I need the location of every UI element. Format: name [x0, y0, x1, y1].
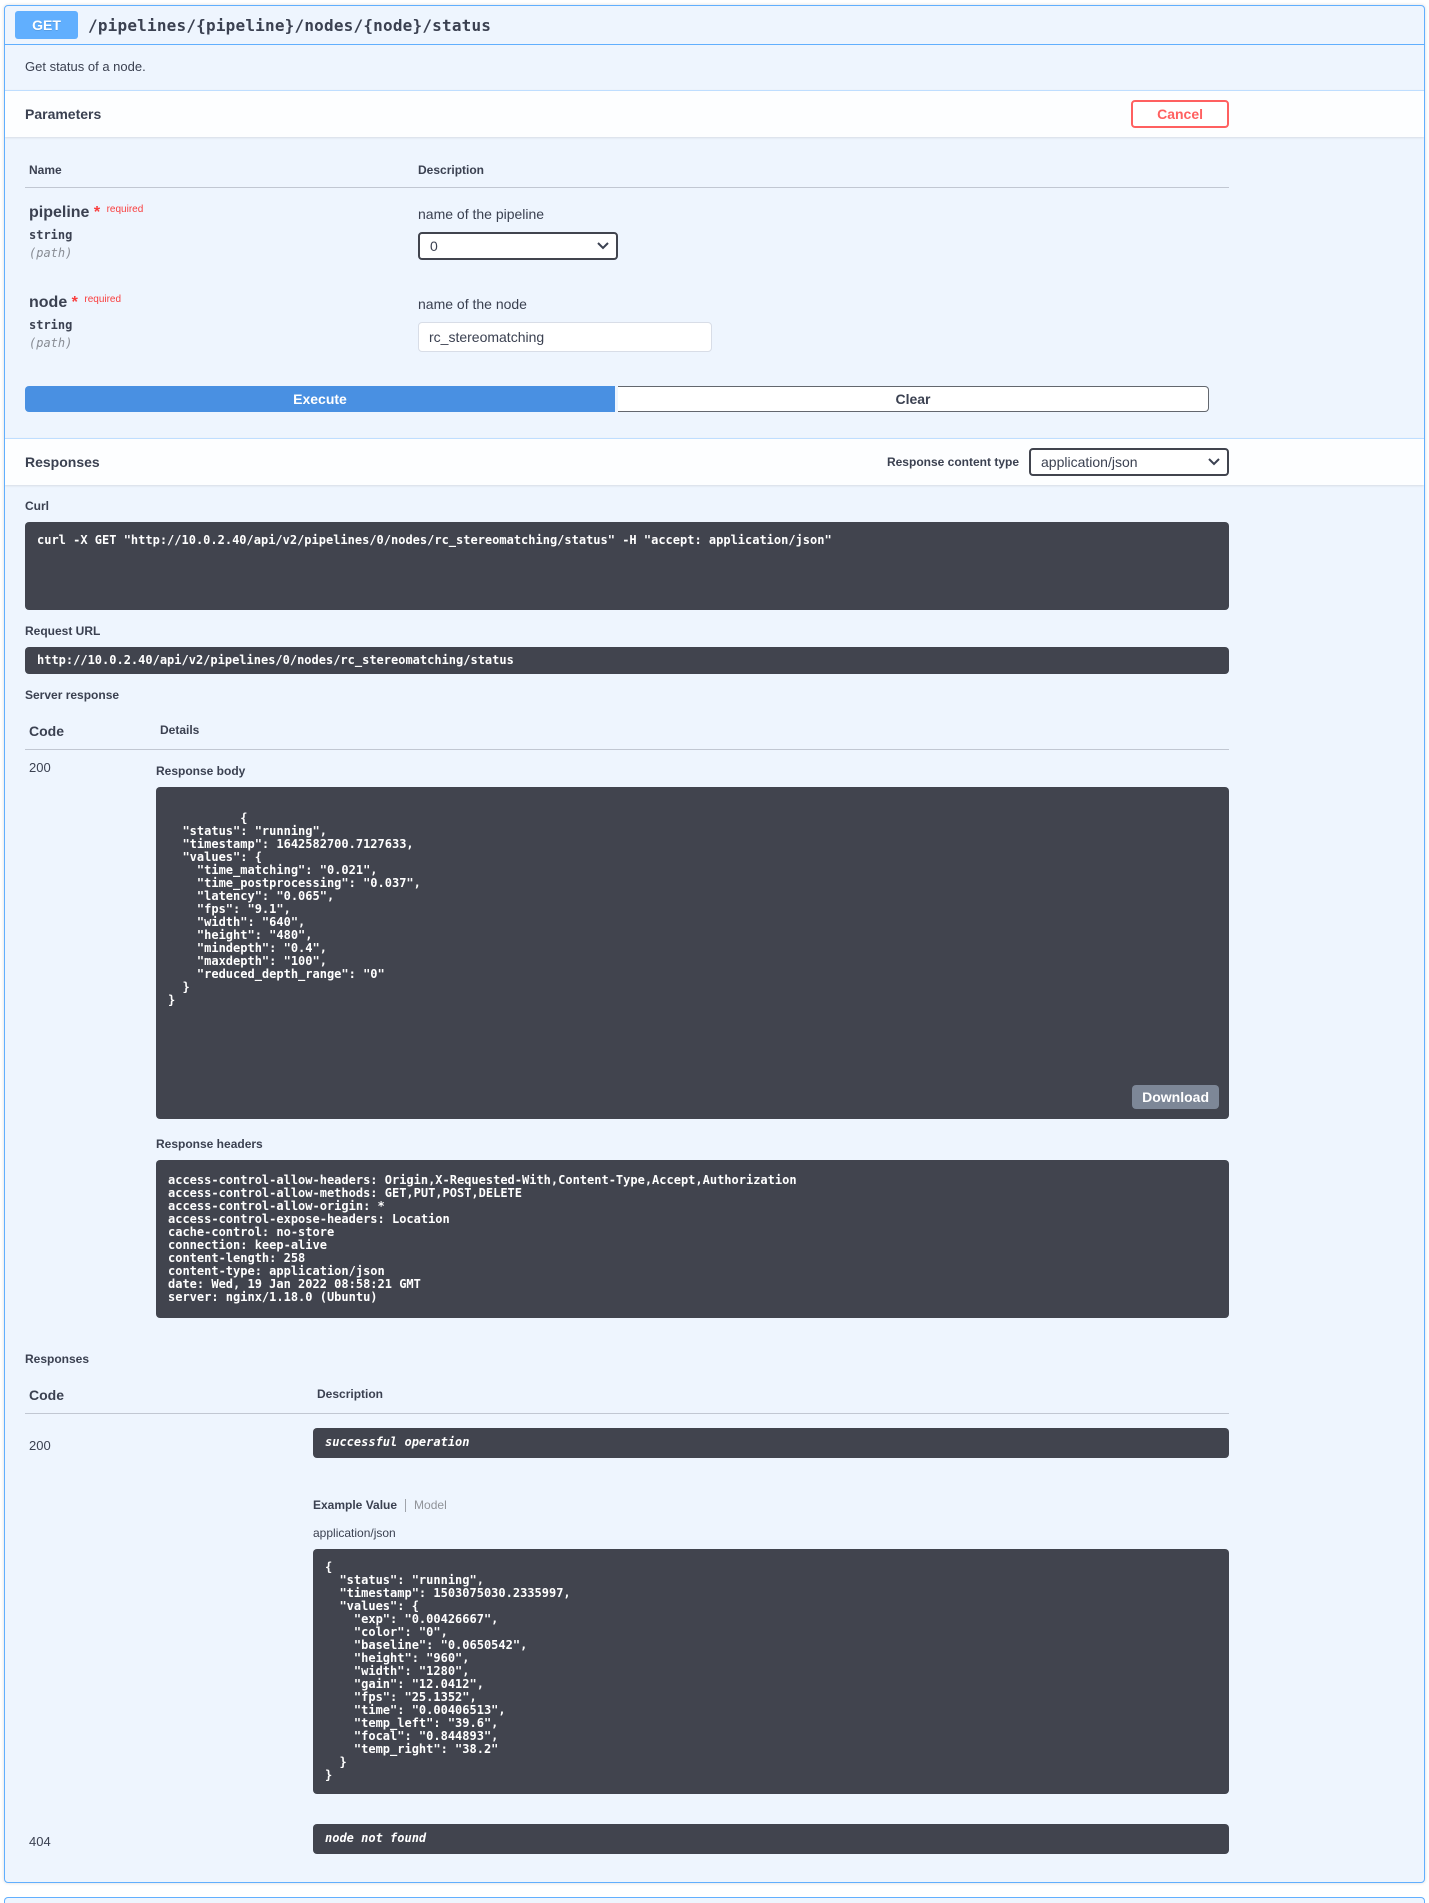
server-response-label: Server response [25, 688, 1229, 702]
response-body-code: { "status": "running", "timestamp": 1642… [156, 787, 1229, 1119]
curl-label: Curl [25, 499, 1229, 513]
param-type: string [29, 228, 414, 242]
response-row-404: 404 node not found [25, 1824, 1229, 1882]
example-json-code: { "status": "running", "timestamp": 1503… [313, 1549, 1229, 1794]
get-method-badge: GET [15, 11, 78, 39]
tab-example-value[interactable]: Example Value [313, 1498, 397, 1512]
required-label: required [84, 294, 121, 305]
description-column-header: Description [313, 1375, 1229, 1414]
status-code: 200 [25, 1428, 313, 1794]
param-location: (path) [29, 246, 414, 260]
parameters-header: Parameters Cancel [5, 90, 1424, 137]
request-url-label: Request URL [25, 624, 1229, 638]
server-response-row: 200 Response body { "status": "running",… [25, 750, 1229, 1332]
endpoint-description: Get status of a node. [5, 45, 1424, 90]
parameters-title: Parameters [25, 106, 101, 122]
opblock-get: GET /pipelines/{pipeline}/nodes/{node}/s… [4, 5, 1425, 1883]
responses-live-area: Curl curl -X GET "http://10.0.2.40/api/v… [25, 499, 1229, 1882]
tab-model[interactable]: Model [414, 1498, 447, 1512]
tab-separator [405, 1499, 406, 1512]
param-name: pipeline [29, 204, 89, 221]
param-type: string [29, 318, 414, 332]
status-code: 200 [25, 750, 156, 1332]
responses-header: Responses Response content type applicat… [5, 438, 1424, 485]
endpoint-path: /pipelines/{pipeline}/nodes/{node}/statu… [88, 16, 491, 35]
next-opblock-edge [4, 1897, 1425, 1903]
response-row-200: 200 successful operation Example Value M… [25, 1428, 1229, 1794]
example-model-tabs: Example Value Model [313, 1498, 1229, 1512]
pipeline-select[interactable]: 0 [418, 232, 618, 260]
cancel-button[interactable]: Cancel [1131, 100, 1229, 128]
node-input[interactable] [418, 322, 712, 352]
code-column-header: Code [25, 1375, 313, 1414]
response-content-type-select[interactable]: application/json [1029, 448, 1229, 476]
media-type-label: application/json [313, 1526, 1229, 1540]
param-description: name of the node [418, 296, 1229, 312]
details-column-header: Details [156, 711, 1229, 750]
execute-button[interactable]: Execute [25, 386, 615, 412]
param-row-pipeline: pipeline * required string (path) name o… [25, 188, 1229, 278]
response-headers-label: Response headers [156, 1137, 1229, 1151]
param-name: node [29, 294, 67, 311]
curl-command: curl -X GET "http://10.0.2.40/api/v2/pip… [25, 522, 1229, 610]
param-row-node: node * required string (path) name of th… [25, 278, 1229, 370]
response-description: node not found [313, 1824, 1229, 1854]
clear-button[interactable]: Clear [618, 386, 1209, 412]
request-url-value: http://10.0.2.40/api/v2/pipelines/0/node… [25, 647, 1229, 674]
code-column-header: Code [25, 711, 156, 750]
endpoint-summary[interactable]: GET /pipelines/{pipeline}/nodes/{node}/s… [5, 6, 1424, 45]
response-description: successful operation [313, 1428, 1229, 1458]
execute-row: Execute Clear [25, 386, 1209, 412]
required-star: * [94, 204, 100, 221]
param-location: (path) [29, 336, 414, 350]
col-name-header: Name [25, 151, 414, 188]
param-description: name of the pipeline [418, 206, 1229, 222]
response-content-type-label: Response content type [887, 455, 1019, 469]
required-label: required [107, 204, 144, 215]
status-code: 404 [25, 1824, 313, 1854]
col-description-header: Description [414, 151, 1229, 188]
responses-doc-title: Responses [25, 1352, 1229, 1366]
required-star: * [72, 294, 78, 311]
response-headers-code: access-control-allow-headers: Origin,X-R… [156, 1160, 1229, 1318]
response-body-label: Response body [156, 764, 1229, 778]
download-button[interactable]: Download [1132, 1085, 1219, 1109]
responses-title: Responses [25, 454, 100, 470]
parameters-table: Name Description pipeline * required str… [25, 137, 1229, 372]
